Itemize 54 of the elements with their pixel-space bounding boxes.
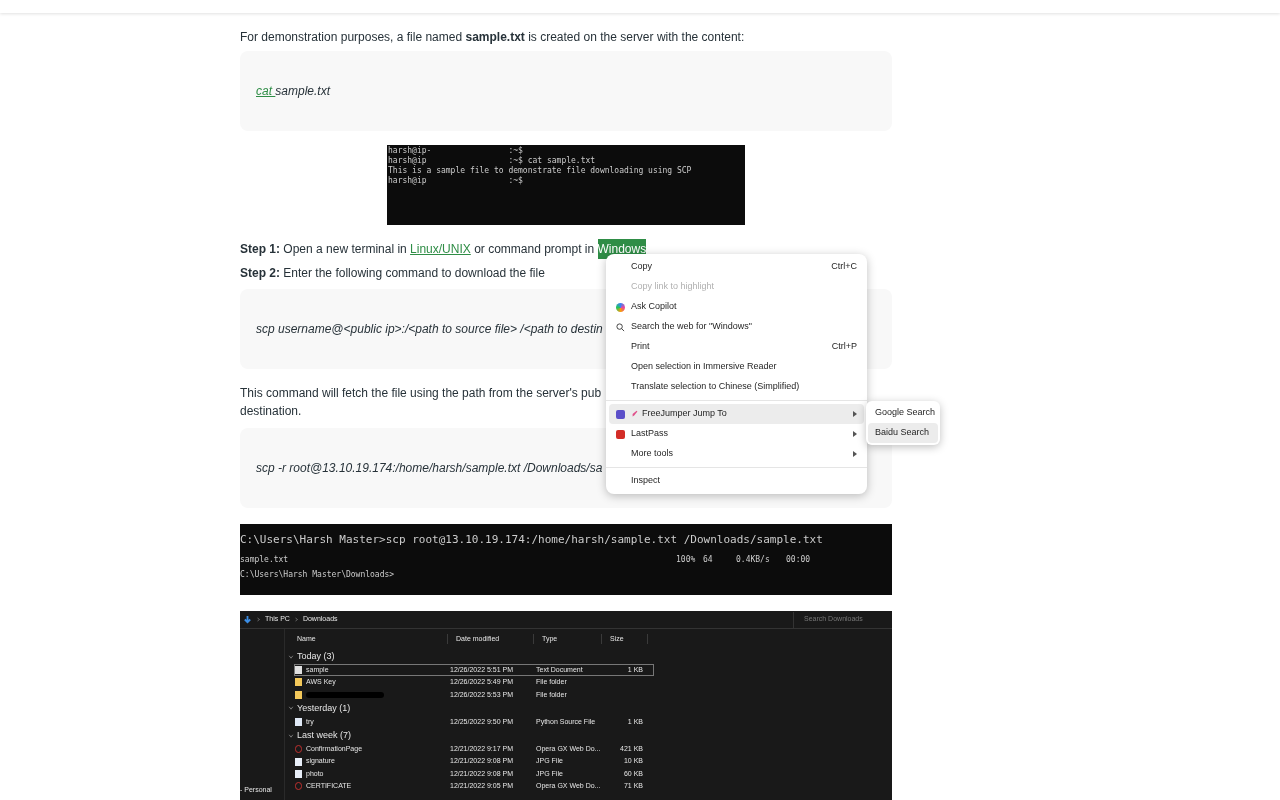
menu-item[interactable]: Inspect (609, 471, 864, 491)
download-arrow-icon (243, 615, 252, 624)
terminal-line: harsh@ip- :~$ (388, 146, 524, 156)
rocket-icon (631, 410, 639, 418)
group-header[interactable]: Today (3) (297, 649, 335, 664)
menu-item[interactable]: LastPass (609, 424, 864, 444)
terminal-text: 64 (703, 554, 714, 566)
terminal-text: 00:00 (786, 554, 811, 566)
menu-item[interactable]: Print Ctrl+P (609, 337, 864, 357)
group-header[interactable]: Last week (7) (297, 728, 352, 743)
terminal-line: This is a sample file to demonstrate file downloading using SCP (388, 166, 693, 176)
file-icon (295, 718, 302, 727)
chevron-icon (256, 617, 261, 622)
shortcut-text: Ctrl+P (831, 340, 857, 354)
step-label: Step 1: (240, 241, 280, 258)
code-text: scp username@<public ip>:/<path to source file> /<path to destin (256, 321, 603, 338)
menu-item[interactable]: Open selection in Immersive Reader (609, 357, 864, 377)
chevron-icon (293, 617, 299, 622)
submenu-item[interactable]: Google Search (868, 403, 938, 423)
chevron-icon (288, 653, 294, 660)
paragraph-text: destination. (240, 403, 302, 420)
menu-item[interactable]: Ask Copilot (609, 297, 864, 317)
intro-text: For demonstration purposes, a file named sample.txt is created on the server with the content: (240, 29, 746, 46)
group-header[interactable]: Yesterday (1) (297, 701, 351, 716)
shortcut-text: Ctrl+C (831, 260, 857, 274)
terminal-text: 100% (676, 554, 697, 566)
step-label: Step 2: (240, 265, 280, 282)
menu-item[interactable]: Copy Ctrl+C (609, 257, 864, 277)
menu-item[interactable]: Search the web for "Windows" (609, 317, 864, 337)
copilot-icon (616, 302, 625, 312)
chevron-icon (288, 732, 294, 739)
step-text: or command prompt in (473, 241, 596, 258)
menu-item[interactable]: More tools (609, 444, 864, 464)
terminal-line: harsh@ip :~$ cat sample.txt (388, 156, 597, 166)
menu-item[interactable]: FreeJumper Jump To (609, 404, 864, 424)
text-link[interactable]: Linux/UNIX (410, 239, 471, 259)
menu-item[interactable]: Translate selection to Chinese (Simplified) (609, 377, 864, 397)
step-text: Open a new terminal in (282, 241, 408, 258)
terminal-line: harsh@ip :~$ (388, 176, 524, 186)
search-icon (616, 322, 625, 332)
file-icon (295, 666, 302, 675)
code-text: sample.txt (275, 83, 331, 100)
submenu-item[interactable]: Baidu Search (868, 423, 938, 443)
terminal-line: C:\Users\Harsh Master\Downloads> (240, 569, 396, 581)
paragraph-text: This command will fetch the file using the path from the server's pub (240, 385, 602, 402)
terminal-text: 0.4KB/s (736, 554, 771, 566)
chevron-icon (288, 705, 294, 712)
app-icon (616, 409, 625, 419)
lastpass-icon (616, 429, 625, 439)
code-link[interactable]: cat (256, 82, 276, 100)
terminal-text: sample.txt (240, 554, 290, 566)
step-text: Enter the following command to download the file (282, 265, 545, 282)
terminal-line: C:\Users\Harsh Master>scp root@13.10.19.174:/home/harsh/sample.txt /Downloads/sample.txt (240, 533, 824, 547)
code-text: scp -r root@13.10.19.174:/home/harsh/sample.txt /Downloads/sa (256, 460, 603, 477)
